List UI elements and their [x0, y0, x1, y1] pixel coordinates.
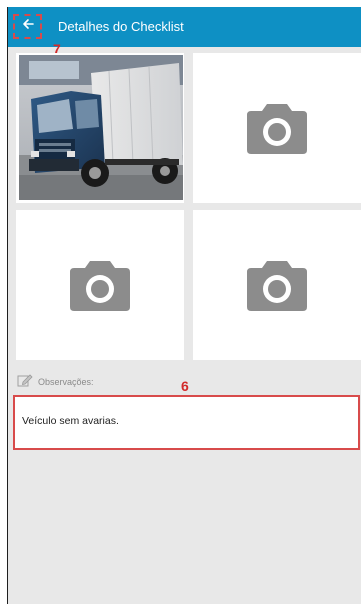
screen: Detalhes do Checklist 7 Observações: 6 V… [0, 0, 361, 604]
back-button[interactable] [13, 14, 42, 39]
observations-header: Observações: [17, 373, 94, 391]
truck-photo [19, 55, 183, 200]
photo-slot-4[interactable] [193, 210, 361, 360]
pencil-note-icon [17, 373, 38, 392]
photo-slot-3[interactable] [16, 210, 184, 360]
camera-icon [247, 104, 307, 154]
camera-icon [247, 261, 307, 311]
annotation-marker-observations: 6 [181, 378, 189, 394]
photo-slot-2[interactable] [193, 53, 361, 203]
observations-field[interactable]: Veículo sem avarias. [13, 395, 360, 450]
camera-icon [70, 261, 130, 311]
page-title: Detalhes do Checklist [58, 19, 184, 34]
observations-value: Veículo sem avarias. [22, 415, 119, 427]
observations-label: Observações: [38, 377, 94, 387]
arrow-left-icon [21, 17, 35, 36]
app-window: Detalhes do Checklist 7 Observações: 6 V… [7, 7, 361, 604]
photo-slot-1[interactable] [16, 53, 184, 203]
